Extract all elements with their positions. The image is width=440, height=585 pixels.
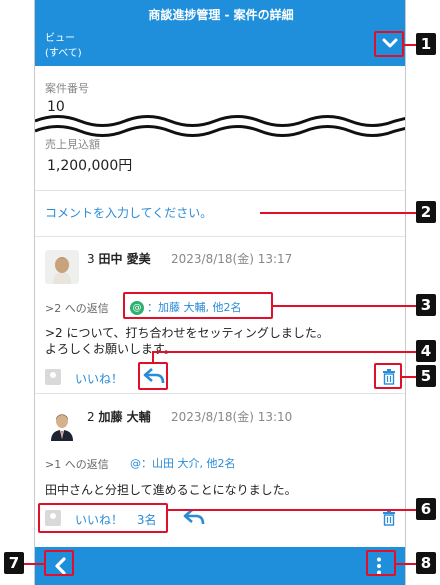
divider	[35, 190, 405, 191]
callout-line	[402, 376, 416, 378]
divider	[35, 236, 405, 237]
callout-number: 3	[416, 294, 436, 316]
callout-number: 8	[416, 552, 436, 574]
expected-sales-value: 1,200,000円	[47, 158, 133, 174]
callout-number: 4	[416, 340, 436, 362]
view-selector[interactable]: (すべて)	[45, 44, 82, 59]
comment-timestamp: 2023/8/18(金) 13:10	[171, 410, 293, 424]
callout-number: 5	[416, 365, 436, 387]
like-user-icon	[45, 369, 61, 385]
callout-line	[168, 509, 416, 511]
author-name[interactable]: 加藤 大輔	[98, 410, 150, 424]
comment-body-line: 田中さんと分担して進めることになりました。	[45, 483, 297, 497]
callout-frame	[366, 550, 396, 576]
comment-number: 3	[87, 252, 95, 266]
callout-number: 6	[416, 498, 436, 520]
comment-input[interactable]: コメントを入力してください。	[45, 204, 212, 221]
callout-frame	[123, 292, 273, 319]
view-label: ビュー	[45, 33, 75, 44]
callout-frame	[44, 550, 74, 576]
deal-number-field: 案件番号 10	[45, 80, 89, 115]
page-title: 商談進捗管理 - 案件の詳細	[148, 8, 294, 22]
callout-frame	[138, 362, 168, 390]
callout-frame	[374, 363, 402, 389]
comment-author: 3 田中 愛美	[87, 250, 151, 267]
callout-number: 7	[4, 552, 24, 574]
comment-number: 2	[87, 410, 95, 424]
author-name[interactable]: 田中 愛美	[98, 252, 150, 266]
like-button[interactable]: いいね！	[75, 370, 123, 387]
callout-line	[260, 212, 416, 214]
callout-number: 2	[416, 201, 436, 223]
reply-to-link[interactable]: >2 への返信	[45, 300, 109, 316]
comment-author: 2 加藤 大輔	[87, 408, 151, 425]
deal-number-label: 案件番号	[45, 82, 89, 95]
comment-body-line: >2 について、打ち合わせをセッティングしました。	[45, 326, 329, 340]
callout-line	[273, 305, 416, 307]
mention-list[interactable]: @：山田 大介, 他2名	[130, 455, 236, 471]
callout-line	[24, 563, 44, 565]
trash-icon[interactable]	[382, 510, 396, 526]
user-photo-icon	[45, 407, 79, 441]
avatar	[45, 250, 79, 284]
omission-wave	[35, 115, 405, 137]
bottom-toolbar	[35, 547, 405, 585]
comment-body-line: よろしくお願いします。	[45, 342, 176, 356]
reply-to-link[interactable]: >1 への返信	[45, 456, 109, 472]
callout-number: 1	[416, 33, 436, 55]
callout-frame	[374, 31, 404, 57]
comment-body: 田中さんと分担して進めることになりました。	[45, 482, 297, 498]
user-photo-icon	[45, 250, 79, 284]
callout-line	[152, 351, 416, 353]
callout-line	[396, 563, 416, 565]
callout-frame	[38, 503, 168, 533]
callout-line	[404, 44, 416, 46]
divider	[35, 393, 405, 394]
comment-timestamp: 2023/8/18(金) 13:17	[171, 252, 293, 266]
header-bar: 商談進捗管理 - 案件の詳細 ビュー (すべて)	[35, 0, 405, 66]
avatar	[45, 407, 79, 441]
